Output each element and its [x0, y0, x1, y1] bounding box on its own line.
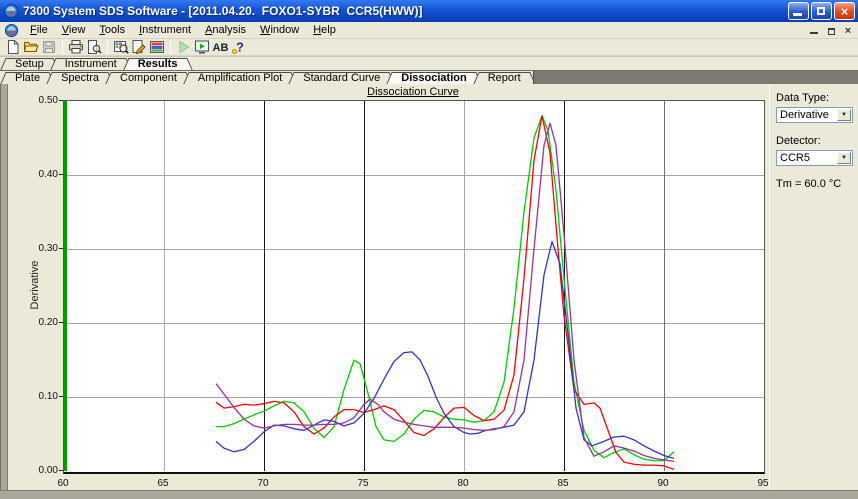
y-tick-label: 0.00	[38, 465, 58, 476]
x-tick-label: 75	[357, 478, 369, 489]
tab-standard-curve[interactable]: Standard Curve	[294, 71, 389, 84]
x-tick-label: 70	[257, 478, 269, 489]
open-file-icon[interactable]	[22, 39, 40, 55]
window-title: 7300 System SDS Software - [2011.04.20. …	[23, 4, 423, 18]
app-icon	[3, 3, 19, 19]
x-tick-label: 85	[557, 478, 569, 489]
chart-title: Dissociation Curve	[367, 86, 459, 98]
close-icon: ×	[844, 24, 852, 37]
y-tick-mark	[59, 470, 63, 471]
menu-window[interactable]: Window	[253, 23, 306, 37]
y-tick-label: 0.40	[38, 169, 58, 180]
minimize-button[interactable]	[788, 2, 809, 20]
menu-analysis[interactable]: Analysis	[198, 23, 253, 37]
tab-setup[interactable]: Setup	[6, 57, 53, 70]
toolbar-separator	[62, 40, 63, 54]
save-icon[interactable]	[40, 39, 58, 55]
run-monitor-icon[interactable]	[193, 39, 211, 55]
window-frame-bottom	[0, 490, 858, 499]
detector-label: Detector:	[776, 135, 821, 147]
tm-value: Tm = 60.0 °C	[776, 178, 842, 190]
minimize-icon	[793, 13, 802, 16]
green-curve	[216, 115, 675, 462]
y-axis-label: Derivative	[29, 260, 41, 310]
y-tick-mark	[59, 248, 63, 249]
x-tick-label: 90	[657, 478, 669, 489]
restore-icon	[817, 7, 825, 15]
help-icon[interactable]: ?	[229, 39, 247, 55]
edit-plate-icon[interactable]	[130, 39, 148, 55]
child-close-button[interactable]: ×	[840, 23, 856, 37]
tab-instrument[interactable]: Instrument	[56, 57, 126, 70]
data-type-label: Data Type:	[776, 92, 829, 104]
report-ab-icon[interactable]: AB	[211, 39, 229, 55]
menu-file[interactable]: File	[23, 23, 55, 37]
x-tick-label: 60	[57, 478, 69, 489]
restore-button[interactable]	[811, 2, 832, 20]
menu-bar: File View Tools Instrument Analysis Window Hel…	[0, 22, 858, 39]
plate-layout-icon[interactable]	[148, 39, 166, 55]
side-panel: Data Type: Derivative ▼ Detector: CCR5 ▼…	[770, 84, 858, 490]
tab-results[interactable]: Results	[129, 57, 187, 70]
y-axis-line	[64, 101, 67, 471]
child-restore-button[interactable]	[823, 23, 839, 37]
minimize-icon	[810, 31, 818, 34]
x-tick-label: 80	[457, 478, 469, 489]
new-document-icon[interactable]	[4, 39, 22, 55]
document-icon	[4, 23, 19, 38]
tab-report[interactable]: Report	[479, 71, 530, 84]
menu-tools[interactable]: Tools	[92, 23, 132, 37]
detector-value: CCR5	[780, 152, 810, 164]
child-minimize-button[interactable]	[806, 23, 822, 37]
blue-curve	[215, 240, 675, 460]
window-frame-left	[0, 84, 8, 490]
y-tick-mark	[59, 322, 63, 323]
menu-instrument[interactable]: Instrument	[132, 23, 198, 37]
tab-amplification-plot[interactable]: Amplification Plot	[189, 71, 291, 84]
dissociation-plot[interactable]	[63, 100, 765, 474]
tab-dissociation[interactable]: Dissociation	[392, 71, 475, 84]
tab-component[interactable]: Component	[111, 71, 186, 84]
purple-curve	[215, 122, 675, 463]
x-tick-label: 95	[757, 478, 769, 489]
restore-icon	[828, 27, 835, 35]
data-type-value: Derivative	[780, 109, 829, 121]
y-tick-label: 0.20	[38, 317, 58, 328]
toolbar-separator	[170, 40, 171, 54]
tab-spectra[interactable]: Spectra	[52, 71, 108, 84]
x-tick-label: 65	[157, 478, 169, 489]
close-icon: ×	[840, 4, 849, 19]
y-tick-label: 0.30	[38, 243, 58, 254]
title-bar: 7300 System SDS Software - [2011.04.20. …	[0, 0, 858, 22]
results-pane: Dissociation Curve Derivative Data Type:…	[8, 84, 858, 490]
toolbar: AB?	[0, 39, 858, 56]
tab-bar-filler	[532, 71, 858, 84]
print-icon[interactable]	[67, 39, 85, 55]
toolbar-separator	[107, 40, 108, 54]
close-button[interactable]: ×	[834, 2, 855, 20]
svg-text:?: ?	[236, 40, 244, 55]
y-tick-label: 0.50	[38, 95, 58, 106]
menu-help[interactable]: Help	[306, 23, 343, 37]
detector-dropdown[interactable]: CCR5 ▼	[776, 150, 853, 166]
tab-bar-filler	[189, 57, 858, 70]
y-tick-mark	[59, 174, 63, 175]
y-tick-label: 0.10	[38, 391, 58, 402]
svg-text:AB: AB	[212, 42, 228, 54]
run-icon[interactable]	[175, 39, 193, 55]
y-tick-mark	[59, 396, 63, 397]
y-tick-mark	[59, 100, 63, 101]
red-curve	[215, 115, 675, 471]
secondary-tab-bar: Plate Spectra Component Amplification Plot S…	[0, 70, 858, 84]
tab-plate[interactable]: Plate	[6, 71, 49, 84]
menu-items: File View Tools Instrument Analysis Window Hel…	[23, 23, 343, 37]
print-preview-icon[interactable]	[85, 39, 103, 55]
well-inspector-icon[interactable]	[112, 39, 130, 55]
dropdown-arrow-icon[interactable]: ▼	[837, 152, 851, 164]
dropdown-arrow-icon[interactable]: ▼	[837, 109, 851, 121]
primary-tab-bar: Setup Instrument Results	[0, 56, 858, 70]
menu-view[interactable]: View	[55, 23, 93, 37]
application-window: 7300 System SDS Software - [2011.04.20. …	[0, 0, 858, 499]
data-type-dropdown[interactable]: Derivative ▼	[776, 107, 853, 123]
